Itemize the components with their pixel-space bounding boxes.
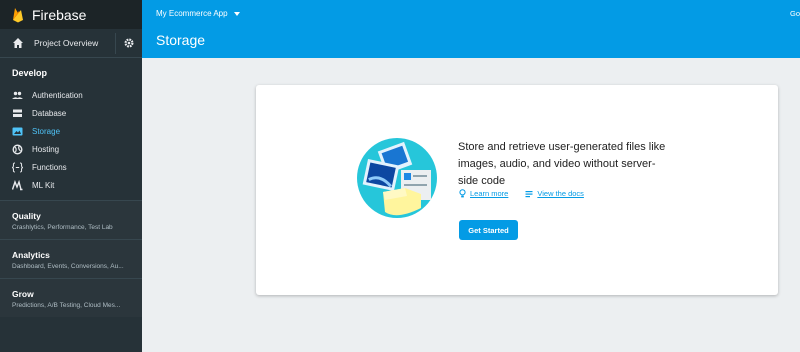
sidebar-item-label: Database <box>32 108 67 118</box>
sidebar-group-analytics[interactable]: Analytics Dashboard, Events, Conversions… <box>0 239 142 278</box>
firebase-logo-icon <box>13 7 23 22</box>
project-selector[interactable]: My Ecommerce App <box>156 9 240 18</box>
lightbulb-icon <box>459 189 466 198</box>
card-links: Learn more View the docs <box>459 189 601 198</box>
sidebar-group-quality[interactable]: Quality Crashlytics, Performance, Test L… <box>0 200 142 239</box>
view-docs-link[interactable]: View the docs <box>525 189 584 198</box>
functions-icon <box>12 162 23 172</box>
group-title: Quality <box>12 211 41 221</box>
group-subtitle: Crashlytics, Performance, Test Lab <box>12 224 113 231</box>
develop-title: Develop <box>12 68 48 78</box>
sidebar-item-storage[interactable]: Storage <box>0 122 142 140</box>
sidebar-item-database[interactable]: Database <box>0 104 142 122</box>
sidebar-item-label: Storage <box>32 126 61 136</box>
people-icon <box>12 91 23 99</box>
home-icon <box>13 38 23 48</box>
group-title: Grow <box>12 289 34 299</box>
group-subtitle: Predictions, A/B Testing, Cloud Mes... <box>12 302 121 309</box>
sidebar-item-authentication[interactable]: Authentication <box>0 86 142 104</box>
group-title: Analytics <box>12 250 50 260</box>
sidebar-item-label: ML Kit <box>32 180 55 190</box>
sidebar: Firebase Project Overview Develop Authen… <box>0 0 142 352</box>
storage-description: Store and retrieve user-generated files … <box>458 141 666 187</box>
ml-kit-icon <box>12 179 23 190</box>
docs-icon <box>525 190 533 197</box>
develop-section: Develop Authentication Database Storage <box>0 58 142 200</box>
chevron-down-icon <box>233 11 240 16</box>
header: My Ecommerce App Storage Go <box>142 0 800 58</box>
storage-illustration-icon <box>357 138 437 218</box>
firebase-brand[interactable]: Firebase <box>0 0 142 29</box>
image-folder-icon <box>12 127 23 135</box>
sidebar-item-label: Hosting <box>32 144 60 154</box>
database-icon <box>13 109 22 117</box>
page-title: Storage <box>156 32 206 48</box>
sidebar-item-hosting[interactable]: Hosting <box>0 140 142 158</box>
project-overview[interactable]: Project Overview <box>0 29 142 58</box>
storage-intro-card: Store and retrieve user-generated files … <box>256 85 778 295</box>
divider <box>115 33 116 54</box>
project-overview-label: Project Overview <box>34 38 99 48</box>
learn-more-label: Learn more <box>470 189 509 198</box>
sidebar-item-label: Authentication <box>32 90 83 100</box>
gear-icon[interactable] <box>123 37 135 49</box>
learn-more-link[interactable]: Learn more <box>459 189 508 198</box>
get-started-button[interactable]: Get Started <box>459 220 518 240</box>
sidebar-group-grow[interactable]: Grow Predictions, A/B Testing, Cloud Mes… <box>0 278 142 317</box>
sidebar-item-functions[interactable]: Functions <box>0 158 142 176</box>
sidebar-item-ml-kit[interactable]: ML Kit <box>0 176 142 194</box>
app-name: Firebase <box>32 6 87 23</box>
project-name: My Ecommerce App <box>156 9 228 18</box>
sidebar-item-label: Functions <box>32 162 67 172</box>
group-subtitle: Dashboard, Events, Conversions, Au... <box>12 263 124 270</box>
view-docs-label: View the docs <box>537 189 584 198</box>
globe-icon <box>12 143 23 155</box>
header-right-link[interactable]: Go <box>790 9 800 18</box>
